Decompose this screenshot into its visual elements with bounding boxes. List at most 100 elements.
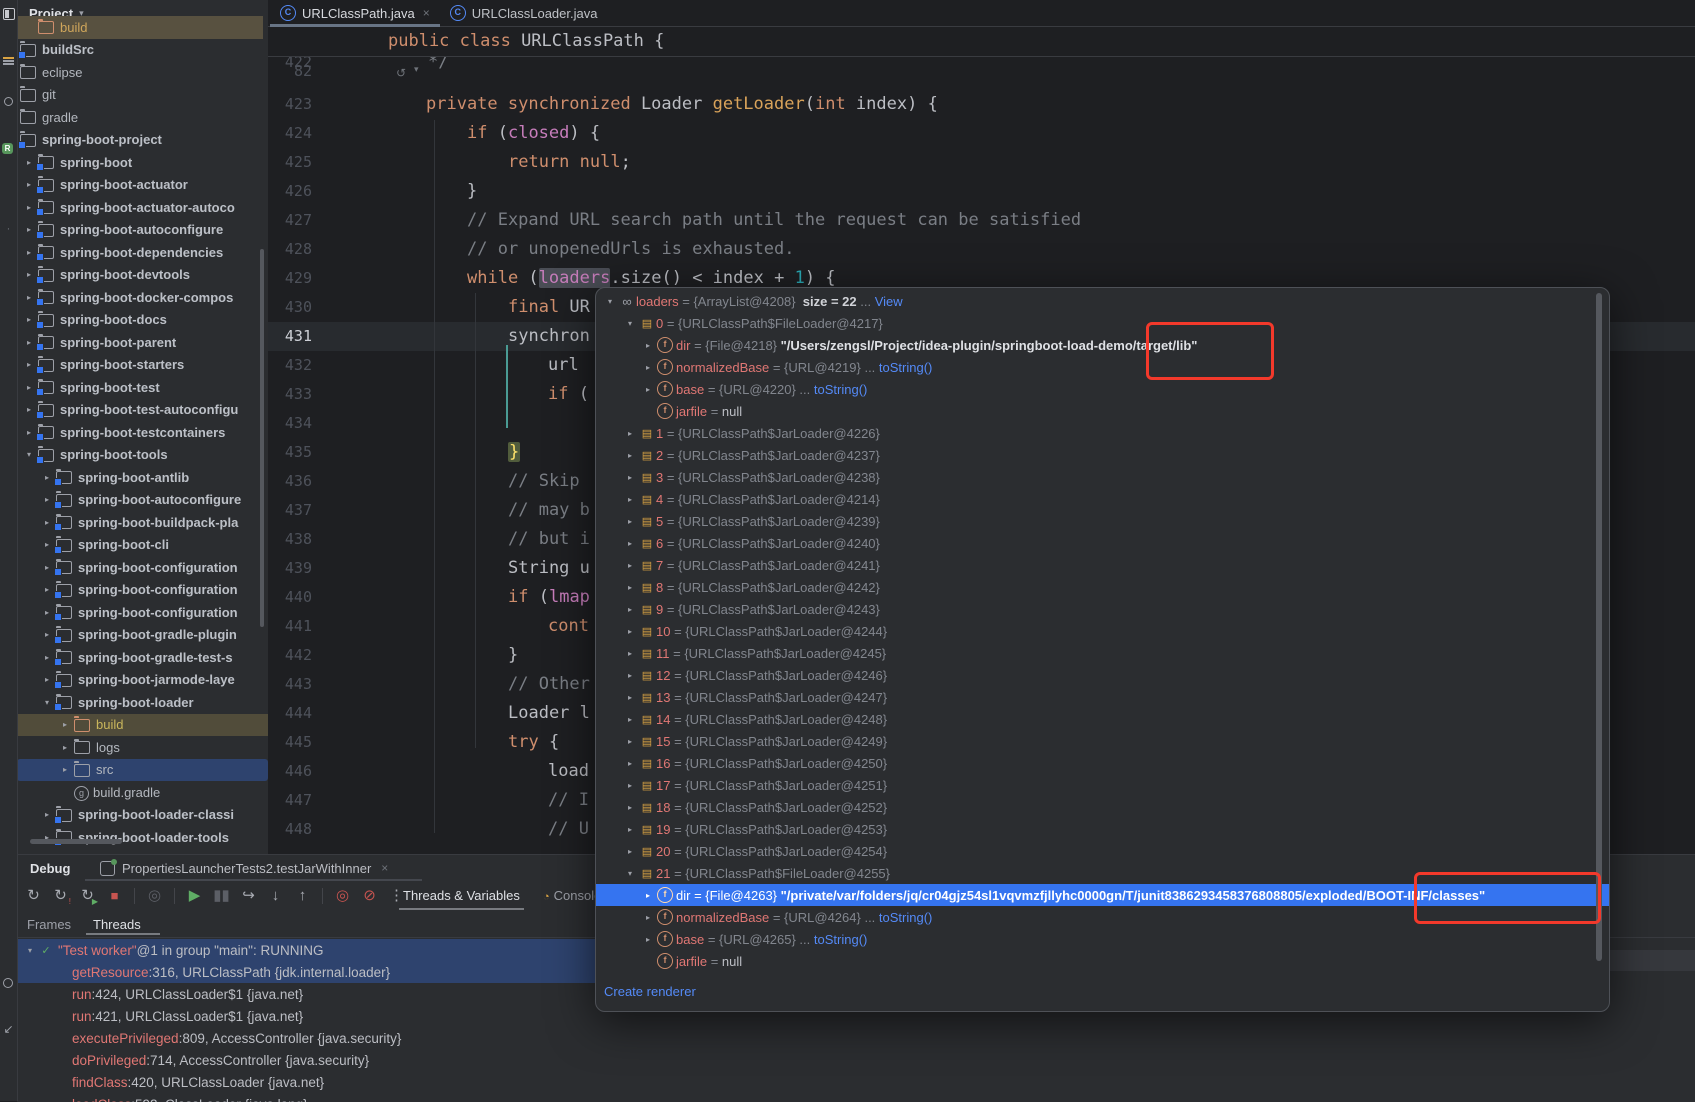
loaders-row[interactable]: ▾∞loaders = {ArrayList@4208} size = 22 .…	[596, 290, 1609, 312]
frame-row[interactable]: findClass:420, URLClassLoader {java.net}	[17, 1071, 1117, 1093]
tree-item-git[interactable]: git	[17, 84, 263, 107]
tree-item-spring-boot-parent[interactable]: ▸spring-boot-parent	[17, 331, 263, 354]
code-line-426[interactable]: 426}	[268, 177, 1695, 206]
tab-frames[interactable]: Frames	[27, 913, 71, 937]
code-line-425[interactable]: 425return null;	[268, 148, 1695, 177]
element-5[interactable]: ▸▤5 = {URLClassPath$JarLoader@4239}	[596, 510, 1609, 532]
create-renderer-link[interactable]: Create renderer	[596, 980, 1609, 1002]
tree-item-spring-boot[interactable]: ▸spring-boot	[17, 151, 263, 174]
frame-row[interactable]: doPrivileged:714, AccessController {java…	[17, 1049, 1117, 1071]
tree-item-spring-boot-dependencies[interactable]: ▸spring-boot-dependencies	[17, 241, 263, 264]
element-11[interactable]: ▸▤11 = {URLClassPath$JarLoader@4245}	[596, 642, 1609, 664]
element-1[interactable]: ▸▤1 = {URLClassPath$JarLoader@4226}	[596, 422, 1609, 444]
override-marker-icon[interactable]: ↺	[396, 66, 406, 80]
tree-item-spring-boot-gradle-plugin[interactable]: ▸spring-boot-gradle-plugin	[17, 624, 268, 647]
tree-item-spring-boot-loader-classi[interactable]: ▸spring-boot-loader-classi	[17, 804, 268, 827]
project-vertical-scrollbar[interactable]	[260, 249, 264, 627]
project-tool-icon[interactable]	[3, 8, 15, 20]
code-line-423[interactable]: 423private synchronized Loader getLoader…	[268, 90, 1695, 119]
structure-tool-icon[interactable]	[1, 56, 16, 71]
element-14[interactable]: ▸▤14 = {URLClassPath$JarLoader@4248}	[596, 708, 1609, 730]
mute-breakpoints-icon[interactable]: ⊘	[358, 883, 381, 909]
element-4[interactable]: ▸▤4 = {URLClassPath$JarLoader@4214}	[596, 488, 1609, 510]
tree-item-spring-boot-testcontainers[interactable]: ▸spring-boot-testcontainers	[17, 421, 263, 444]
rerun-icon[interactable]: ↻	[22, 883, 45, 909]
tree-item-spring-boot-jarmode-laye[interactable]: ▸spring-boot-jarmode-laye	[17, 669, 268, 692]
field-jarfile[interactable]: fjarfile = null	[596, 400, 1609, 422]
tree-item-gradle[interactable]: gradle	[17, 106, 263, 129]
tree-item-src[interactable]: ▸src	[17, 759, 268, 782]
chevron-icon[interactable]: ▸	[56, 743, 74, 752]
element-13[interactable]: ▸▤13 = {URLClassPath$JarLoader@4247}	[596, 686, 1609, 708]
close-icon[interactable]: ×	[423, 6, 430, 20]
popup-scrollbar[interactable]	[1596, 293, 1602, 961]
tree-item-spring-boot-configuration[interactable]: ▸spring-boot-configuration	[17, 601, 268, 624]
element-10[interactable]: ▸▤10 = {URLClassPath$JarLoader@4244}	[596, 620, 1609, 642]
view-breakpoints-icon[interactable]: ◎	[331, 883, 354, 909]
step-tool-icon[interactable]: ↙	[1, 1022, 16, 1037]
resume-icon[interactable]: ▶	[183, 883, 206, 909]
tab-console[interactable]: ◔Console	[543, 882, 601, 910]
tree-item-spring-boot-gradle-test-s[interactable]: ▸spring-boot-gradle-test-s	[17, 646, 268, 669]
tree-item-spring-boot-loader[interactable]: ▾spring-boot-loader	[17, 691, 268, 714]
code-line-427[interactable]: 427// Expand URL search path until the r…	[268, 206, 1695, 235]
step-over-icon[interactable]: ↪	[237, 883, 260, 909]
element-8[interactable]: ▸▤8 = {URLClassPath$JarLoader@4242}	[596, 576, 1609, 598]
field-base-21[interactable]: ▸fbase = {URL@4265} ... toString()	[596, 928, 1609, 950]
tab-urlclasspath[interactable]: C URLClassPath.java ×	[270, 0, 440, 26]
tree-item-spring-boot-autoconfigure[interactable]: ▸spring-boot-autoconfigure	[17, 489, 268, 512]
tree-item-spring-boot-docs[interactable]: ▸spring-boot-docs	[17, 309, 263, 332]
tree-item-spring-boot-configuration[interactable]: ▸spring-boot-configuration	[17, 579, 268, 602]
element-12[interactable]: ▸▤12 = {URLClassPath$JarLoader@4246}	[596, 664, 1609, 686]
tree-item-spring-boot-starters[interactable]: ▸spring-boot-starters	[17, 354, 263, 377]
project-horizontal-scrollbar[interactable]	[30, 839, 122, 844]
commit-tool-icon[interactable]	[4, 97, 13, 106]
run-tool-icon[interactable]: R	[2, 143, 13, 154]
tree-item-spring-boot-test-autoconfigu[interactable]: ▸spring-boot-test-autoconfigu	[17, 399, 263, 422]
element-20[interactable]: ▸▤20 = {URLClassPath$JarLoader@4254}	[596, 840, 1609, 862]
tree-item-buildSrc[interactable]: buildSrc	[17, 39, 263, 62]
element-19[interactable]: ▸▤19 = {URLClassPath$JarLoader@4253}	[596, 818, 1609, 840]
field-base[interactable]: ▸fbase = {URL@4220} ... toString()	[596, 378, 1609, 400]
watch-icon[interactable]: ◎	[143, 883, 166, 909]
tab-urlclassloader[interactable]: C URLClassLoader.java	[440, 0, 608, 26]
tree-item-spring-boot-docker-compos[interactable]: ▸spring-boot-docker-compos	[17, 286, 263, 309]
step-out-icon[interactable]: ↑	[291, 883, 314, 909]
tree-item-spring-boot-project[interactable]: spring-boot-project	[17, 129, 263, 152]
element-15[interactable]: ▸▤15 = {URLClassPath$JarLoader@4249}	[596, 730, 1609, 752]
element-7[interactable]: ▸▤7 = {URLClassPath$JarLoader@4241}	[596, 554, 1609, 576]
tree-item-spring-boot-autoconfigure[interactable]: ▸spring-boot-autoconfigure	[17, 219, 263, 242]
rerun-failed-tests-icon[interactable]: ↻!	[49, 883, 72, 909]
element-6[interactable]: ▸▤6 = {URLClassPath$JarLoader@4240}	[596, 532, 1609, 554]
close-icon[interactable]: ×	[381, 861, 388, 875]
tree-item-spring-boot-test[interactable]: ▸spring-boot-test	[17, 376, 263, 399]
code-line-424[interactable]: 424if (closed) {	[268, 119, 1695, 148]
tree-item-build.gradle[interactable]: build.gradle	[17, 781, 268, 804]
field-dir[interactable]: ▸fdir = {File@4218} "/Users/zengsl/Proje…	[596, 334, 1609, 356]
element-2[interactable]: ▸▤2 = {URLClassPath$JarLoader@4237}	[596, 444, 1609, 466]
chevron-icon[interactable]: ▸	[56, 765, 74, 774]
code-line-428[interactable]: 428// or unopenedUrls is exhausted.	[268, 235, 1695, 264]
step-into-icon[interactable]: ↓	[264, 883, 287, 909]
field-normalizedBase[interactable]: ▸fnormalizedBase = {URL@4219} ... toStri…	[596, 356, 1609, 378]
element-0[interactable]: ▾▤0 = {URLClassPath$FileLoader@4217}	[596, 312, 1609, 334]
tree-item-build[interactable]: build	[17, 16, 263, 39]
tree-item-spring-boot-loader-tools[interactable]: ▸spring-boot-loader-tools	[17, 826, 268, 849]
element-18[interactable]: ▸▤18 = {URLClassPath$JarLoader@4252}	[596, 796, 1609, 818]
debug-tool-icon[interactable]	[3, 978, 13, 988]
tree-item-spring-boot-tools[interactable]: ▾spring-boot-tools	[17, 444, 263, 467]
tree-item-spring-boot-configuration[interactable]: ▸spring-boot-configuration	[17, 556, 268, 579]
tree-item-spring-boot-buildpack-pla[interactable]: ▸spring-boot-buildpack-pla	[17, 511, 268, 534]
field-jarfile-21[interactable]: fjarfile = null	[596, 950, 1609, 972]
more-tools-icon[interactable]: ·	[1, 222, 16, 237]
stop-icon[interactable]: ■	[103, 883, 126, 909]
tree-item-spring-boot-actuator-autoco[interactable]: ▸spring-boot-actuator-autoco	[17, 196, 263, 219]
tree-item-spring-boot-devtools[interactable]: ▸spring-boot-devtools	[17, 264, 263, 287]
element-17[interactable]: ▸▤17 = {URLClassPath$JarLoader@4251}	[596, 774, 1609, 796]
chevron-down-icon[interactable]: ▾	[22, 946, 38, 955]
tree-item-build[interactable]: ▸build	[17, 714, 268, 737]
restart-icon[interactable]: ↻▶	[76, 883, 99, 909]
frame-row[interactable]: executePrivileged:809, AccessController …	[17, 1027, 1117, 1049]
tree-item-logs[interactable]: ▸logs	[17, 736, 268, 759]
pause-icon[interactable]: ▮▮	[210, 883, 233, 909]
